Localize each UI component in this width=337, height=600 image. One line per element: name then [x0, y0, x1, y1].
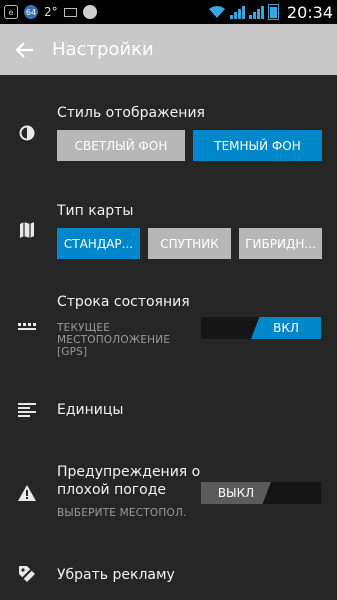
remove-ads-label[interactable]: Убрать рекламу [57, 566, 175, 584]
status-line-sublabel: ТЕКУЩЕЕ МЕСТОПОЛОЖЕНИЕ [GPS] [57, 322, 171, 358]
download-icon [82, 5, 97, 19]
status-bar-system: 20:34 [208, 2, 333, 22]
temperature-text: 2° [44, 5, 58, 19]
mail-icon [63, 7, 77, 17]
display-style-label: Стиль отображения [57, 105, 205, 121]
back-button[interactable] [0, 24, 50, 75]
weather-warnings-sublabel: ВЫБЕРИТЕ МЕСТОПОЛ. [57, 507, 187, 519]
battery-icon [267, 4, 279, 20]
weather-warnings-toggle[interactable]: ВЫКЛ [201, 482, 321, 504]
map-type-label: Тип карты [57, 203, 134, 219]
units-label[interactable]: Единицы [57, 401, 123, 419]
map-hybrid-button[interactable]: ГИБРИДН... [239, 228, 322, 259]
toggle-off-label: ВЫКЛ [201, 482, 271, 504]
signal-icon-1 [229, 5, 245, 19]
units-list-icon [16, 399, 38, 421]
page-title: Настройки [52, 39, 154, 60]
warning-icon [16, 482, 38, 504]
weather-warnings-label: Предупреждения о плохой погоде [57, 464, 201, 498]
toggle-on-label: ВКЛ [251, 317, 321, 339]
map-satellite-button[interactable]: СПУТНИК [148, 228, 231, 259]
contrast-icon [16, 122, 38, 144]
app-notification-icon: e [4, 5, 18, 19]
signal-icon-2 [248, 5, 264, 19]
remove-ads-tag-icon [16, 563, 38, 585]
status-bar-notifications: e 64 2° [4, 3, 97, 21]
clock: 20:34 [286, 2, 333, 22]
map-icon [16, 219, 38, 241]
app-toolbar: Настройки [0, 24, 337, 75]
wifi-icon [208, 5, 225, 18]
status-line-toggle[interactable]: ВКЛ [201, 317, 321, 339]
dark-theme-button[interactable]: ТЕМНЫЙ ФОН [193, 130, 322, 161]
status-line-label: Строка состояния [57, 294, 190, 310]
map-standard-button[interactable]: СТАНДАР... [57, 228, 140, 259]
status-bar: e 64 2° 20:34 [0, 0, 337, 24]
light-theme-button[interactable]: СВЕТЛЫЙ ФОН [57, 130, 185, 161]
arrow-back-icon [16, 41, 33, 58]
badge-notification-icon: 64 [24, 5, 38, 19]
status-line-icon [16, 316, 38, 338]
